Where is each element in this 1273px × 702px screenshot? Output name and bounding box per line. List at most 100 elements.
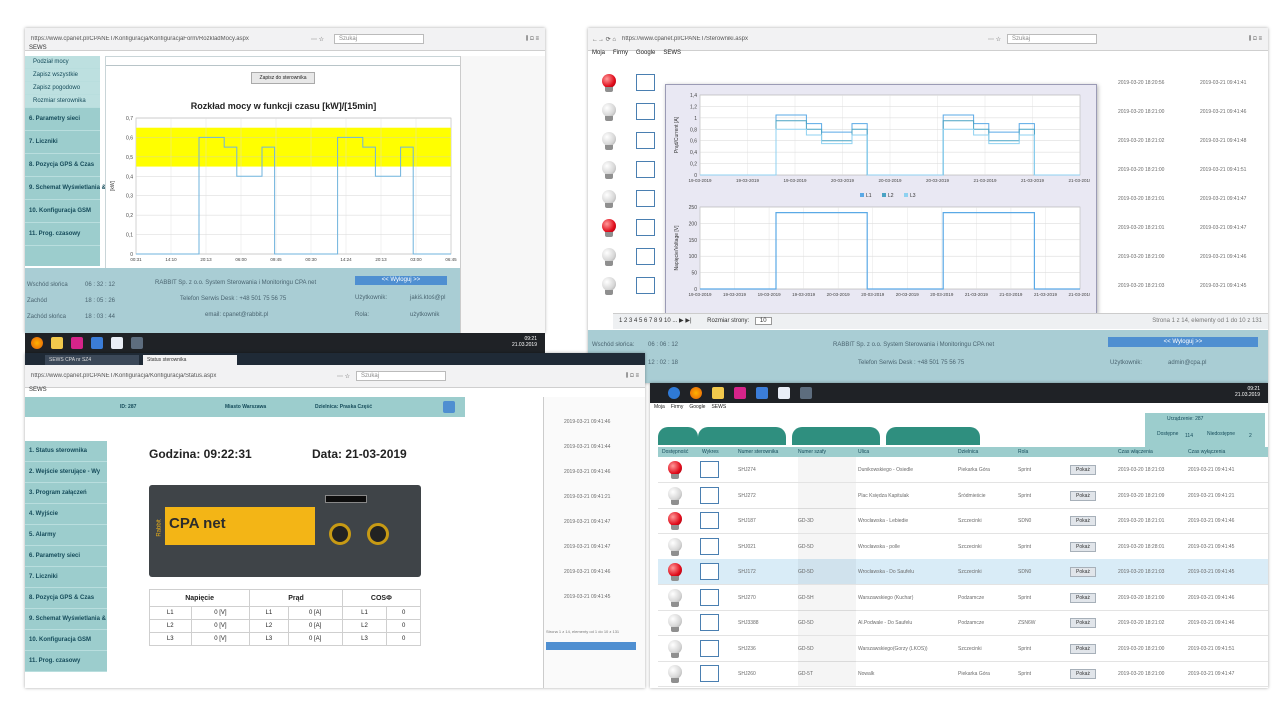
chart-icon[interactable] <box>636 219 655 236</box>
sidebar-subitem[interactable]: Zapisz pogodowo <box>25 82 100 95</box>
column-header[interactable]: Dostępność <box>662 449 688 455</box>
table-row[interactable]: SHJ236 GD-5D Warszawskiego(Gorzy (LKOS)) Sz… <box>658 635 1268 662</box>
show-button[interactable]: Pokaż <box>1070 669 1096 679</box>
logout-button[interactable]: << Wyloguj >> <box>1108 337 1258 347</box>
edge-icon[interactable] <box>668 387 680 399</box>
app-pink-icon[interactable] <box>734 387 746 399</box>
table-row[interactable]: SHJ021 GD-5D Wrocławska - polle Szczecinki S… <box>658 533 1268 560</box>
library-icon[interactable]: ⫼ ⊡ ≡ <box>1249 36 1268 43</box>
library-icon[interactable]: ⫼ ⊡ ≡ <box>526 36 545 43</box>
sidebar-item[interactable]: 11. Prog. czasowy <box>25 223 100 246</box>
show-button[interactable]: Pokaż <box>1070 618 1096 628</box>
logout-button[interactable]: << Wyloguj >> <box>355 276 447 285</box>
file-icon[interactable] <box>778 387 790 399</box>
folder-icon[interactable] <box>51 337 63 349</box>
show-button[interactable]: Pokaż <box>1070 490 1096 501</box>
sidebar-item[interactable]: 10. Konfiguracja GSM <box>25 630 107 651</box>
tab-status[interactable]: Status sterownika <box>143 355 237 365</box>
sidebar-item[interactable]: 8. Pozycja GPS & Czas <box>25 154 100 177</box>
tab-group-2[interactable] <box>792 427 880 445</box>
show-button[interactable]: Pokaż <box>1070 592 1096 603</box>
toolbar-icons[interactable]: ⋯ ☆ <box>337 373 350 380</box>
system-tray[interactable]: 09:21 21.03.2019 <box>512 336 537 348</box>
sidebar-item[interactable]: 7. Liczniki <box>25 567 107 588</box>
nav-buttons[interactable]: ←→ ⟳ ⌂ <box>588 36 616 43</box>
sidebar-subitem[interactable]: Rozmiar sterownika <box>25 95 100 108</box>
chart-icon[interactable] <box>636 132 655 149</box>
app-pink-icon[interactable] <box>71 337 83 349</box>
table-row[interactable]: SHJ187 GD-3D Wrocławska - Lebiedie Szczecin… <box>658 508 1268 534</box>
tab-sews[interactable]: SEWS CPA nr SZ4 <box>45 355 139 365</box>
chart-icon[interactable] <box>700 665 719 682</box>
url-bar[interactable]: https://www.cpanet.pl/CPANET/Konfiguracj… <box>25 373 337 379</box>
table-row[interactable]: SHJ172 GD-5D Wrocławska - Do Saufelu Szczec… <box>658 559 1268 585</box>
sidebar-item[interactable]: 6. Parametry sieci <box>25 546 107 567</box>
chart-icon[interactable] <box>700 588 719 606</box>
toolbar-icons[interactable]: ⋯ ☆ <box>988 36 1001 43</box>
column-header[interactable]: Rola <box>1018 449 1028 455</box>
app-blue-icon[interactable] <box>756 387 768 399</box>
table-row[interactable]: SHJ3388 GD-5D Al.Podwale - Do Saufelu Podza… <box>658 610 1268 636</box>
column-header[interactable]: Czas wyłączenia <box>1188 449 1225 455</box>
chart-icon[interactable] <box>700 486 719 504</box>
sidebar-item[interactable]: 6. Parametry sieci <box>25 108 100 131</box>
sidebar-item[interactable]: 2. Wejście sterujące - Wy <box>25 462 107 483</box>
chart-icon[interactable] <box>700 537 719 555</box>
column-header[interactable]: Czas włączenia <box>1118 449 1153 455</box>
chart-icon[interactable] <box>700 639 719 657</box>
chart-icon[interactable] <box>636 74 655 91</box>
search-input[interactable]: Szukaj <box>1007 34 1098 44</box>
column-header[interactable]: Numer szafy <box>798 449 826 455</box>
table-row[interactable]: SHJ272 Plac Księdza Kapitulak Śródmieście S… <box>658 482 1268 509</box>
tab-home[interactable] <box>658 427 698 445</box>
show-button[interactable]: Pokaż <box>1070 643 1096 654</box>
firefox-icon[interactable] <box>31 337 43 349</box>
table-row[interactable]: SHJ274 Dunikowskiego - Osiedle Piekarka Gó… <box>658 457 1268 483</box>
sidebar-item[interactable]: 9. Schemat Wyświetlania & Buttony <box>25 609 130 630</box>
chart-icon[interactable] <box>636 103 655 120</box>
system-tray[interactable]: 09:21 21.03.2019 <box>1235 386 1260 398</box>
save-to-controller-button[interactable]: Zapisz do sterownika <box>251 72 315 84</box>
bookmark-item[interactable]: SEWS <box>711 404 726 412</box>
column-header[interactable]: Ulica <box>858 449 869 455</box>
column-header[interactable]: Wykres <box>702 449 719 455</box>
tab-title[interactable]: SEWS <box>29 45 47 51</box>
bookmark-item[interactable]: Google <box>689 404 705 412</box>
table-row[interactable]: SHJ270 GD-5H Warszawskiego (Kuchar) Podzamc… <box>658 584 1268 611</box>
tab-group-1[interactable] <box>698 427 786 445</box>
search-input[interactable]: Szukaj <box>356 371 447 381</box>
bookmark-item[interactable]: Moja <box>592 50 605 60</box>
sidebar-item[interactable]: 5. Alarmy <box>25 525 107 546</box>
firefox-icon[interactable] <box>690 387 702 399</box>
chart-icon[interactable] <box>636 161 655 178</box>
chart-icon[interactable] <box>700 512 719 529</box>
sidebar-item[interactable]: 9. Schemat Wyświetlania & Buttony <box>25 177 130 200</box>
tab-title[interactable]: SEWS <box>29 387 47 393</box>
chart-icon[interactable] <box>636 190 655 207</box>
toolbar-icons[interactable]: ⋯ ☆ <box>307 36 328 43</box>
sidebar-subitem[interactable]: Zapisz wszystkie <box>25 69 100 82</box>
bookmark-item[interactable]: SEWS <box>663 50 681 60</box>
search-input[interactable]: Szukaj <box>334 34 425 44</box>
url-bar[interactable]: https://www.cpanet.pl/CPANET/Konfiguracj… <box>25 36 307 42</box>
show-button[interactable]: Pokaż <box>1070 516 1096 526</box>
sidebar-item[interactable]: 10. Konfiguracja GSM <box>25 200 100 223</box>
chart-icon[interactable] <box>700 461 719 478</box>
sidebar-item[interactable]: 1. Status sterownika <box>25 441 107 462</box>
column-header[interactable]: Numer sterownika <box>738 449 778 455</box>
bookmark-item[interactable]: Google <box>636 50 655 60</box>
tab-group-3[interactable] <box>886 427 980 445</box>
page-size-select[interactable]: 10 <box>754 317 772 325</box>
sidebar-item[interactable]: 3. Program załączeń <box>25 483 107 504</box>
file-icon[interactable] <box>111 337 123 349</box>
info-icon[interactable] <box>443 401 455 413</box>
pager[interactable]: 1 2 3 4 5 6 7 8 9 10 ... ▶ ▶| <box>619 318 692 324</box>
sidebar-item[interactable]: 4. Wyjście <box>25 504 107 525</box>
show-button[interactable]: Pokaż <box>1070 465 1096 475</box>
sidebar-item[interactable]: 11. Prog. czasowy <box>25 651 107 672</box>
library-icon[interactable]: ⫼ ⊡ ≡ <box>626 373 645 380</box>
bookmark-item[interactable]: Firmy <box>613 50 628 60</box>
show-button[interactable]: Pokaż <box>1070 541 1096 552</box>
chart-icon[interactable] <box>636 277 655 294</box>
sidebar-item[interactable]: 7. Liczniki <box>25 131 100 154</box>
